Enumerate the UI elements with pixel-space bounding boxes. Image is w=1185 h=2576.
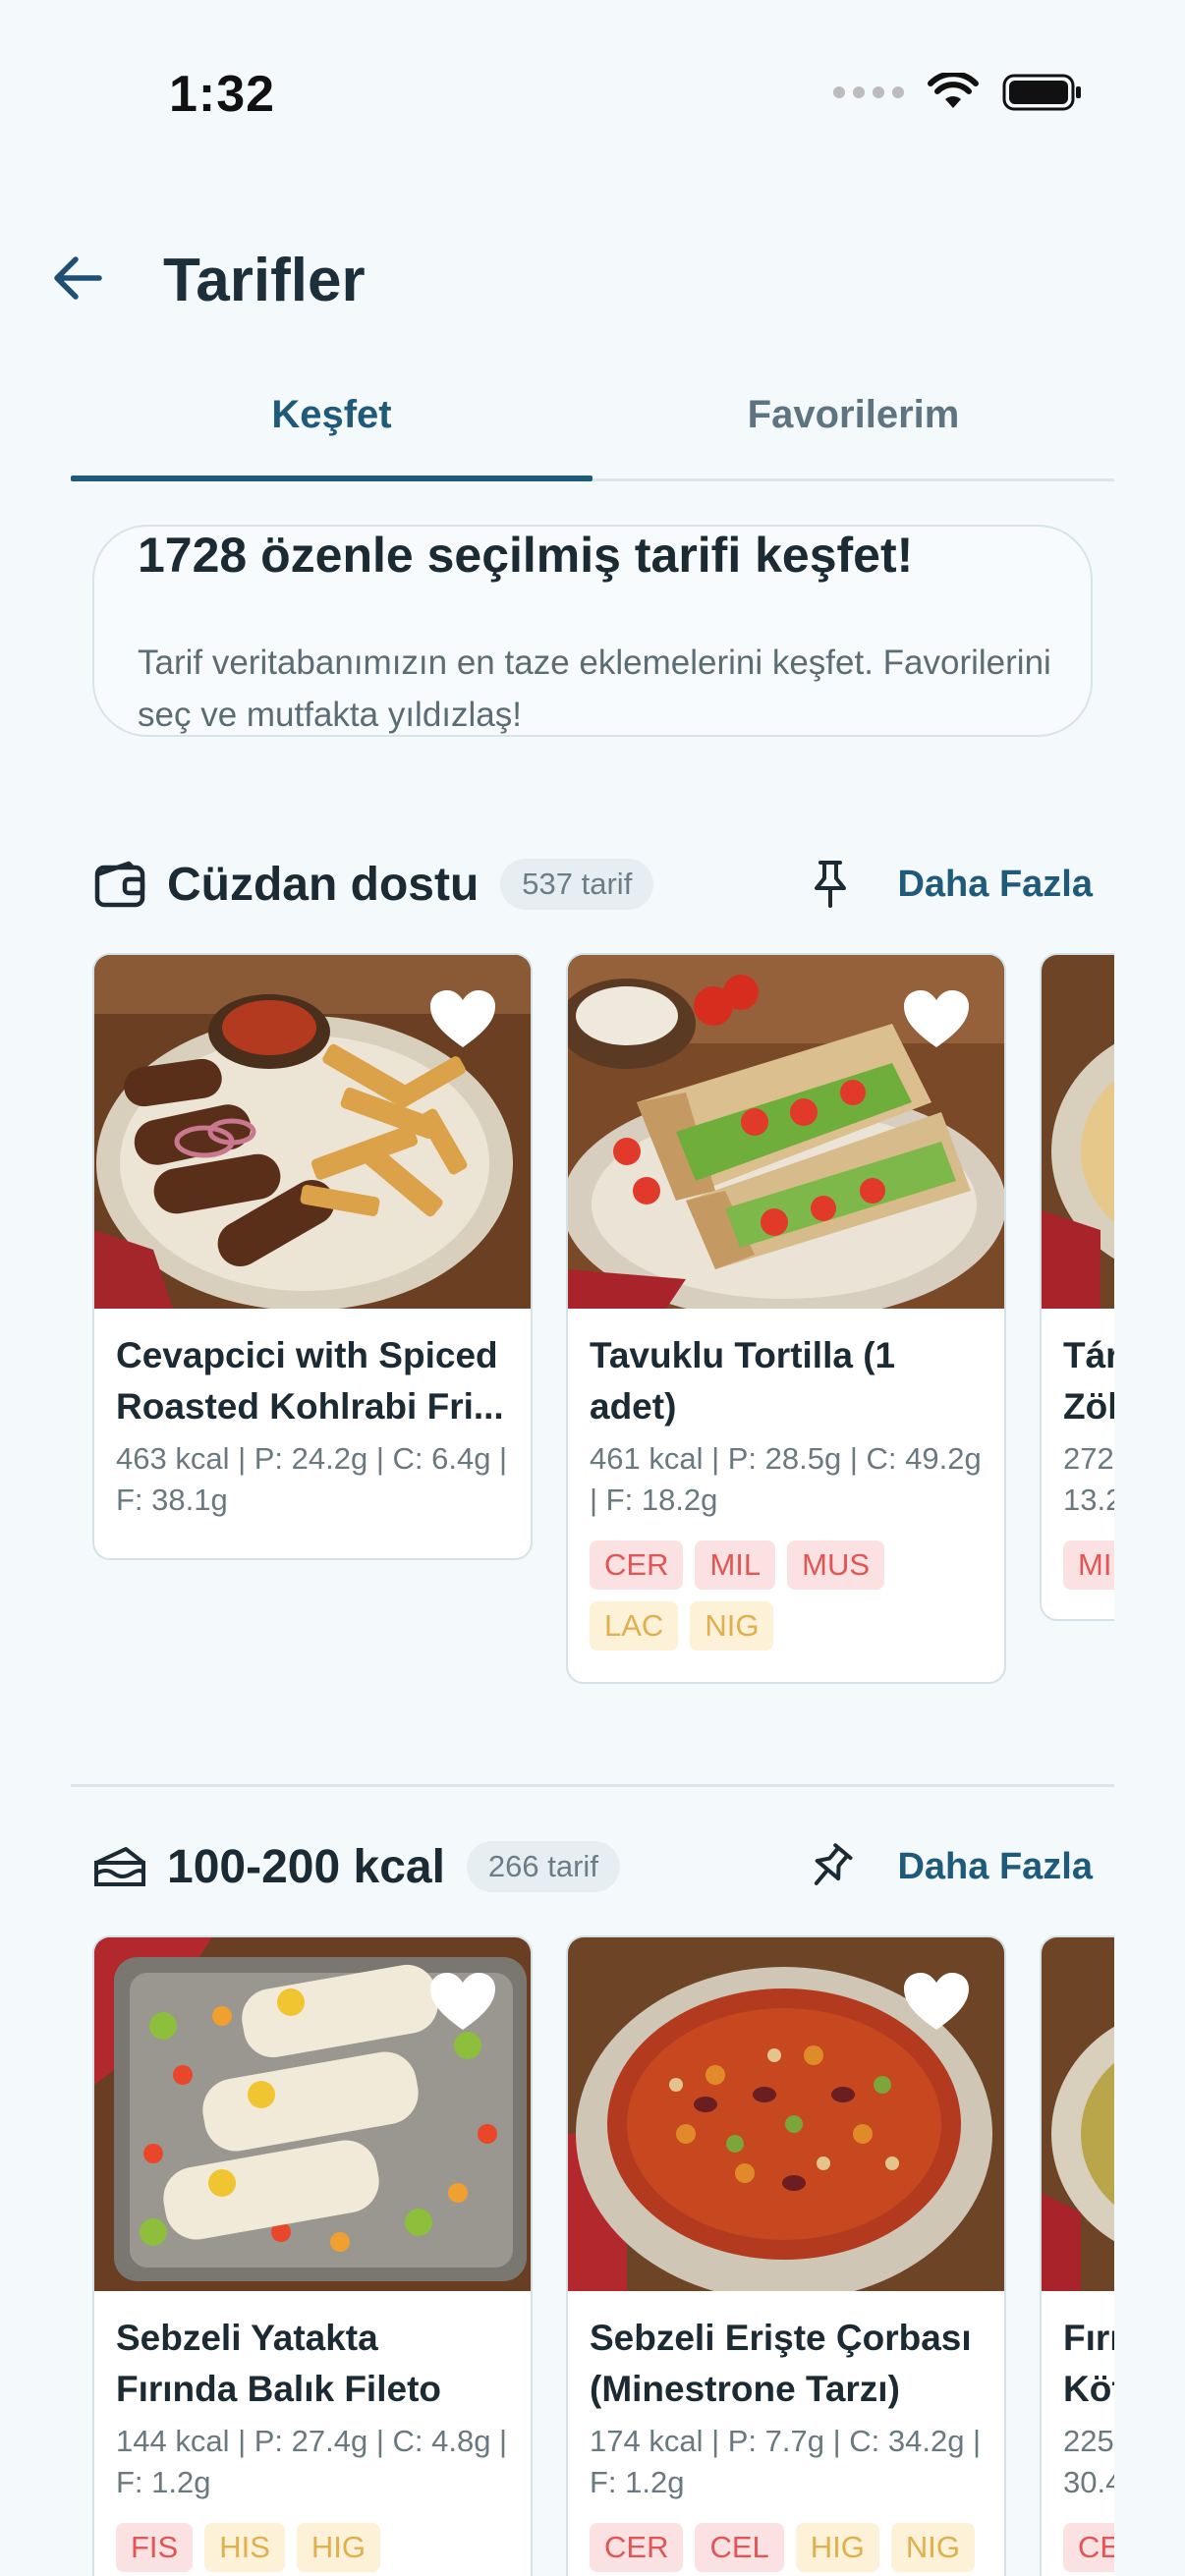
recipe-image [94, 955, 531, 1309]
allergen-tag: HIS [204, 2523, 285, 2572]
pin-icon[interactable] [803, 1839, 858, 1894]
allergen-tag: MIL [695, 1540, 776, 1590]
recipe-card[interactable]: Sebzeli Erişte Çorbası (Minestrone Tarzı… [566, 1935, 1006, 2576]
more-link[interactable]: Daha Fazla [897, 1846, 1093, 1888]
back-button[interactable] [43, 244, 112, 312]
intro-title: 1728 özenle seçilmiş tarifi keşfet! [138, 528, 914, 583]
recipe-title: Sebzeli Yatakta Fırında Balık Fileto [116, 2318, 441, 2409]
cake-slice-icon [92, 1839, 147, 1894]
recipe-card[interactable]: Sebzeli Yatakta Fırında Balık Fileto 144… [92, 1935, 533, 2576]
allergen-tags: FIS HIS HIG [116, 2523, 509, 2572]
intro-subtitle: Tarif veritabanımızın en taze eklemeleri… [138, 644, 1051, 734]
recipe-card[interactable]: Tavuklu Tortilla (1 adet) 461 kcal | P: … [566, 953, 1006, 1684]
recipe-macros: 272 13.2 [1063, 1441, 1114, 1517]
recipe-macros: 461 kcal | P: 28.5g | C: 49.2g | F: 18.2… [590, 1441, 982, 1517]
pin-icon[interactable] [803, 857, 858, 912]
more-link[interactable]: Daha Fazla [897, 864, 1093, 906]
allergen-tag: LAC [590, 1601, 679, 1651]
status-time: 1:32 [169, 66, 276, 123]
allergen-tag: CER [590, 1540, 684, 1590]
allergen-tag: CEL [695, 2523, 784, 2572]
recipe-title: Tavuklu Tortilla (1 adet) [590, 1335, 896, 1427]
allergen-tag: CER [590, 2523, 684, 2572]
recipe-card[interactable]: Cevapcici with Spiced Roasted Kohlrabi F… [92, 953, 533, 1560]
signal-icon [833, 86, 904, 98]
section-header-budget: Cüzdan dostu 537 tarif Daha Fazla [92, 845, 1093, 924]
tab-favorites[interactable]: Favorilerim [592, 373, 1114, 478]
allergen-tag: CE [1063, 2523, 1114, 2572]
section-divider [71, 1784, 1114, 1787]
recipe-card[interactable]: Fırı Köf 225 30.4 CE [1040, 1935, 1114, 2576]
recipe-image [1042, 1937, 1114, 2291]
recipe-image [1042, 955, 1114, 1309]
recipe-title: Tár Zöl [1063, 1335, 1114, 1427]
arrow-left-icon [54, 256, 102, 300]
recipe-title: Sebzeli Erişte Çorbası (Minestrone Tarzı… [590, 2318, 972, 2409]
app-header: Tarifler [0, 226, 1185, 324]
recipe-count-badge: 537 tarif [500, 859, 654, 910]
section-title: Cüzdan dostu [167, 858, 480, 911]
recipe-macros: 144 kcal | P: 27.4g | C: 4.8g | F: 1.2g [116, 2424, 508, 2499]
recipe-macros: 174 kcal | P: 7.7g | C: 34.2g | F: 1.2g [590, 2424, 982, 2499]
wallet-icon [92, 857, 147, 912]
recipe-carousel[interactable]: Cevapcici with Spiced Roasted Kohlrabi F… [92, 953, 1114, 1700]
allergen-tags: MI [1063, 1540, 1114, 1590]
recipe-title: Cevapcici with Spiced Roasted Kohlrabi F… [116, 1335, 504, 1427]
status-bar: 1:32 [0, 0, 1185, 187]
allergen-tag: HIG [296, 2523, 381, 2572]
recipe-count-badge: 266 tarif [466, 1841, 620, 1892]
tab-discover[interactable]: Keşfet [71, 373, 592, 481]
page-title: Tarifler [163, 247, 366, 314]
recipe-card[interactable]: Tár Zöl 272 13.2 MI [1040, 953, 1114, 1621]
intro-card: 1728 özenle seçilmiş tarifi keşfet! Tari… [92, 525, 1093, 737]
battery-icon [1002, 74, 1081, 111]
status-icons [833, 73, 1083, 112]
allergen-tag: NIG [690, 1601, 774, 1651]
allergen-tags: CER MIL MUS LAC NIG [590, 1540, 983, 1651]
allergen-tag: FIS [116, 2523, 194, 2572]
recipe-image [568, 955, 1004, 1309]
tab-bar: Keşfet Favorilerim [71, 373, 1114, 481]
allergen-tags: CER CEL HIG NIG [590, 2523, 983, 2572]
allergen-tag: MI [1063, 1540, 1114, 1590]
allergen-tag: NIG [890, 2523, 976, 2572]
recipe-title: Fırı Köf [1063, 2318, 1114, 2409]
favorite-heart-icon[interactable] [428, 988, 497, 1051]
allergen-tag: HIG [795, 2523, 879, 2572]
recipe-carousel[interactable]: Sebzeli Yatakta Fırında Balık Fileto 144… [92, 1935, 1114, 2576]
favorite-heart-icon[interactable] [902, 1971, 971, 2034]
recipe-image [568, 1937, 1004, 2291]
favorite-heart-icon[interactable] [428, 1971, 497, 2034]
allergen-tag: MUS [787, 1540, 885, 1590]
recipe-macros: 463 kcal | P: 24.2g | C: 6.4g | F: 38.1g [116, 1441, 508, 1517]
recipe-image [94, 1937, 531, 2291]
wifi-icon [928, 73, 979, 108]
recipe-macros: 225 30.4 [1063, 2424, 1114, 2499]
favorite-heart-icon[interactable] [902, 988, 971, 1051]
section-title: 100-200 kcal [167, 1840, 445, 1893]
section-header-kcal: 100-200 kcal 266 tarif Daha Fazla [92, 1827, 1093, 1906]
allergen-tags: CE [1063, 2523, 1114, 2572]
